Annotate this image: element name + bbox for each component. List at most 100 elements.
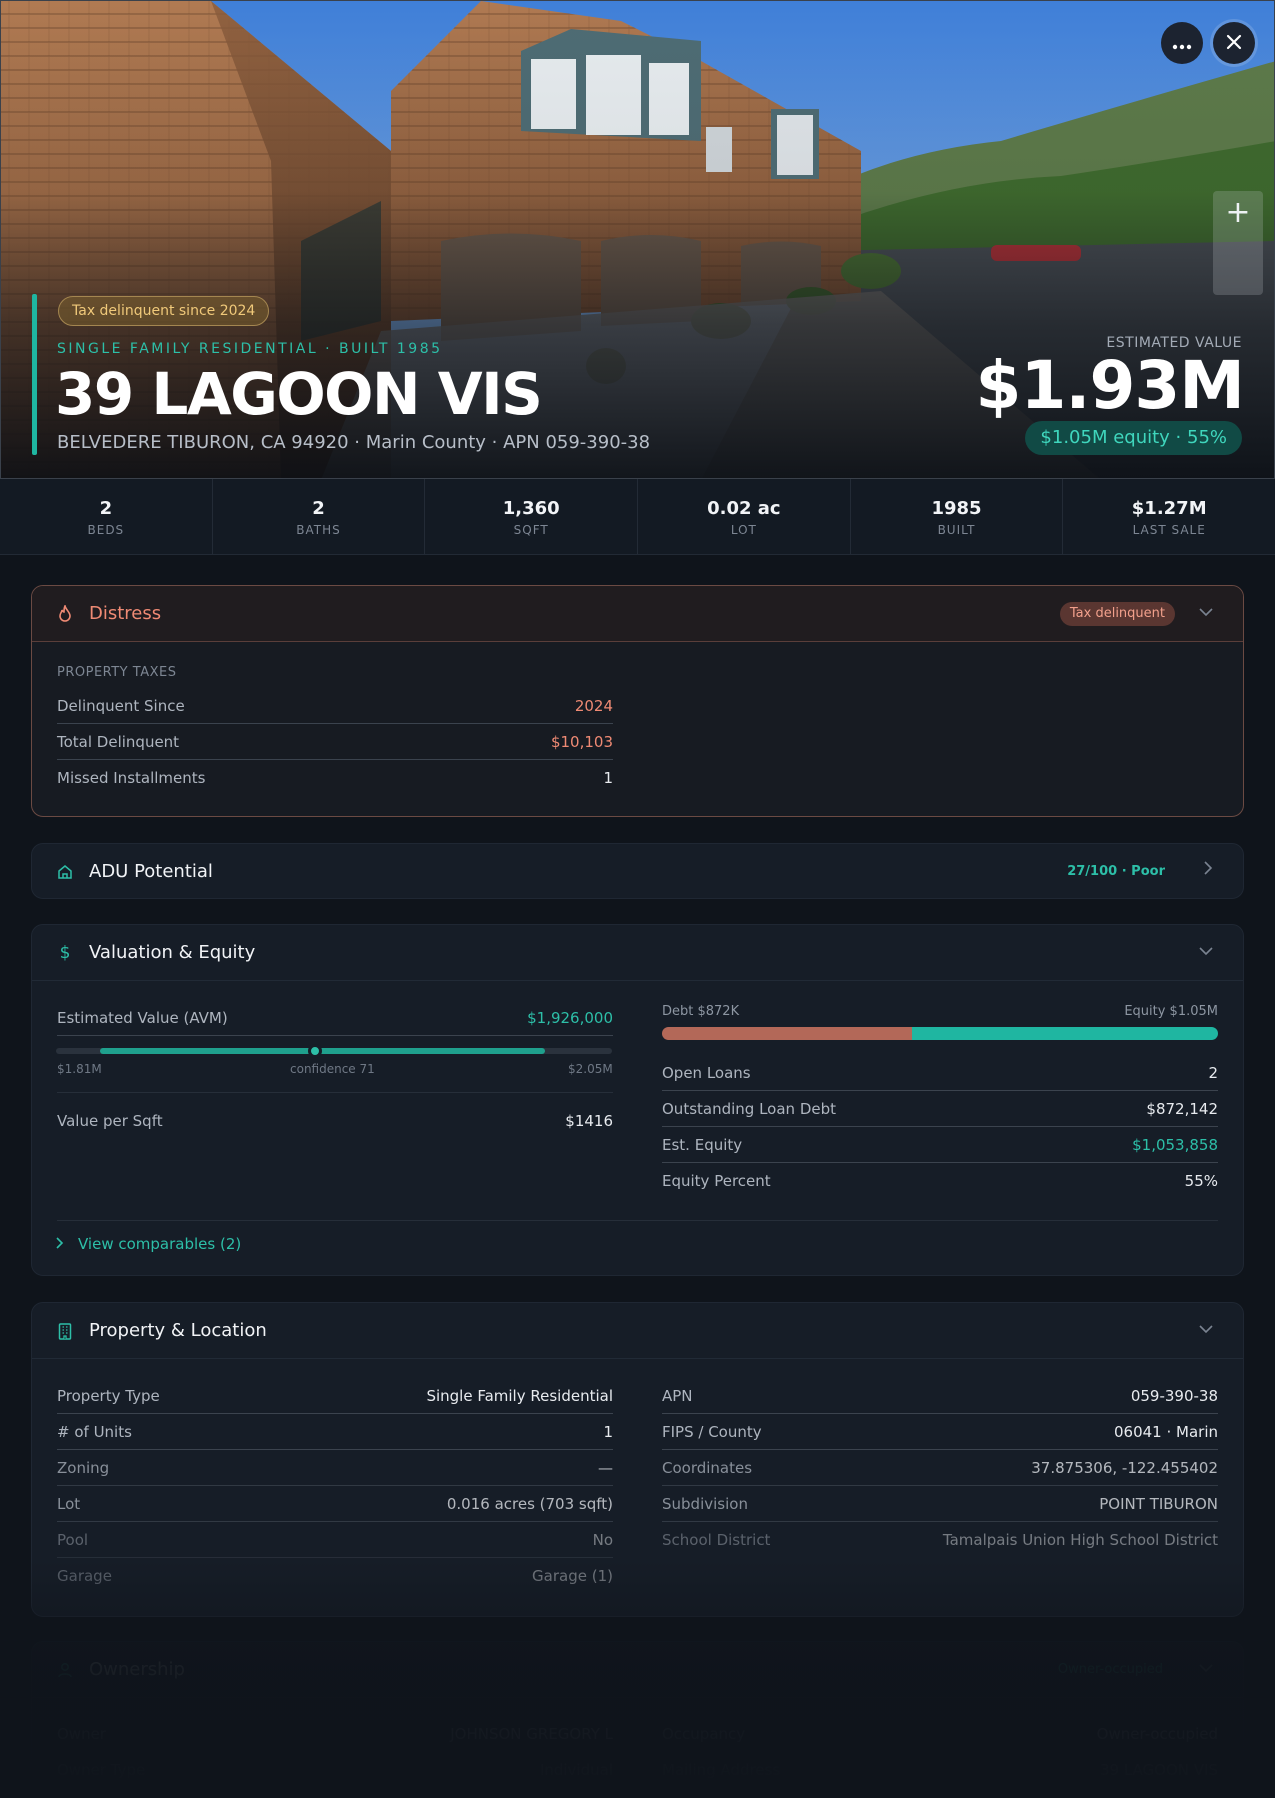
stat-label: BUILT — [937, 523, 976, 537]
row-key: Delinquent Since — [57, 696, 185, 715]
divider — [57, 1092, 613, 1093]
chevron-down-icon[interactable] — [1199, 1658, 1213, 1677]
equity-label: Equity $1.05M — [1124, 1004, 1218, 1019]
distress-badge: Tax delinquent — [1059, 602, 1175, 626]
row-value: Owner-occupied — [1096, 1725, 1218, 1743]
distress-row: Delinquent Since 2024 — [57, 688, 613, 724]
stat-built: 1985 BUILT — [851, 479, 1064, 554]
estimated-value: $1.93M — [975, 347, 1245, 424]
ownership-row: Owner Type Individual — [57, 1752, 613, 1788]
view-comparables-link[interactable]: View comparables (2) — [56, 1235, 241, 1253]
row-key: Mailing Address — [662, 1761, 781, 1779]
stat-value: 1985 — [931, 498, 982, 519]
row-value: 2 — [1208, 1063, 1218, 1082]
row-value: Individual — [539, 1761, 613, 1779]
stat-sqft: 1,360 SQFT — [425, 479, 639, 554]
row-value: 0.016 acres (703 sqft) — [446, 1494, 613, 1513]
ownership-row: Occupancy Owner-occupied — [662, 1716, 1218, 1752]
row-key: Lot — [57, 1494, 81, 1513]
chevron-down-icon[interactable] — [1199, 941, 1213, 960]
property-taxes-label: PROPERTY TAXES — [57, 665, 177, 680]
adu-card[interactable]: ADU Potential 27/100 · Poor — [31, 843, 1244, 899]
avm-range-low: $1.81M — [57, 1062, 102, 1076]
property-title: Property & Location — [89, 1320, 267, 1341]
row-key: Equity Percent — [662, 1172, 771, 1190]
building-icon — [56, 1322, 74, 1340]
property-row: Zoning — — [57, 1450, 613, 1486]
property-header[interactable]: Property & Location — [32, 1303, 1243, 1359]
debt-label: Debt $872K — [662, 1004, 740, 1019]
row-value: 1 — [603, 1422, 613, 1441]
ownership-title: Ownership — [89, 1659, 185, 1680]
loan-row: Equity Percent 55% — [662, 1163, 1218, 1199]
ownership-header[interactable]: Ownership Owner-occupied — [32, 1642, 1243, 1698]
property-row: Property Type Single Family Residential — [57, 1378, 613, 1414]
property-kind: SINGLE FAMILY RESIDENTIAL · BUILT 1985 — [57, 341, 443, 357]
row-value: $1416 — [565, 1112, 613, 1130]
close-button[interactable] — [1213, 22, 1255, 64]
user-icon — [56, 1661, 74, 1679]
row-value: No — [592, 1530, 613, 1549]
valuation-header[interactable]: $ Valuation & Equity — [32, 925, 1243, 981]
chevron-right-icon[interactable] — [1204, 860, 1213, 879]
distress-title: Distress — [89, 603, 162, 624]
distress-row: Total Delinquent $10,103 — [57, 724, 613, 760]
avm-row: Estimated Value (AVM) $1,926,000 — [57, 1000, 613, 1036]
home-icon — [56, 863, 74, 881]
ownership-row: Owner JOHNSON GREGORY L — [57, 1716, 613, 1752]
row-key: Open Loans — [662, 1063, 751, 1082]
avm-range-fill — [100, 1048, 546, 1054]
stat-baths: 2 BATHS — [213, 479, 426, 554]
row-key: FIPS / County — [662, 1422, 762, 1441]
row-value: 55% — [1184, 1172, 1218, 1190]
distress-header[interactable]: Distress Tax delinquent — [32, 586, 1243, 642]
row-key: Missed Installments — [57, 769, 206, 787]
row-value: $10,103 — [550, 732, 613, 751]
row-key: Value per Sqft — [57, 1112, 163, 1130]
row-value: Tamalpais Union High School District — [942, 1531, 1218, 1549]
row-value: Garage (1) — [532, 1567, 613, 1585]
property-row: School District Tamalpais Union High Scho… — [662, 1522, 1218, 1558]
row-value: $872,142 — [1146, 1099, 1218, 1118]
property-row: Lot 0.016 acres (703 sqft) — [57, 1486, 613, 1522]
stat-value: $1.27M — [1131, 498, 1207, 519]
loan-row: Est. Equity $1,053,858 — [662, 1127, 1218, 1163]
adu-header[interactable]: ADU Potential 27/100 · Poor — [32, 844, 1243, 898]
row-key: Outstanding Loan Debt — [662, 1099, 836, 1118]
row-key: Estimated Value (AVM) — [57, 1008, 228, 1027]
row-key: Pool — [57, 1530, 89, 1549]
property-row: Coordinates 37.875306, -122.455402 — [662, 1450, 1218, 1486]
street-address: 39 LAGOON VIS — [55, 360, 543, 428]
property-row: FIPS / County 06041 · Marin — [662, 1414, 1218, 1450]
equity-segment — [912, 1027, 1218, 1040]
map-zoom-control[interactable]: + — [1213, 191, 1263, 295]
ownership-row: Mailing Address 39 LAGOON VIS — [662, 1752, 1218, 1788]
tax-delinquent-badge: Tax delinquent since 2024 — [58, 296, 270, 326]
row-value: 2024 — [574, 696, 613, 715]
chevron-down-icon[interactable] — [1199, 602, 1213, 621]
stat-value: 0.02 ac — [707, 498, 781, 519]
chevron-down-icon[interactable] — [1199, 1319, 1213, 1338]
row-value: JOHNSON GREGORY L — [450, 1725, 613, 1743]
value-per-sqft-row: Value per Sqft $1416 — [57, 1103, 613, 1139]
valuation-title: Valuation & Equity — [89, 942, 256, 963]
row-key: Occupancy — [662, 1725, 746, 1743]
row-key: Property Type — [57, 1386, 160, 1405]
stat-value: 2 — [312, 498, 325, 519]
row-value: 06041 · Marin — [1114, 1422, 1218, 1441]
adu-score-badge: 27/100 · Poor — [1067, 864, 1165, 879]
divider — [57, 1220, 1218, 1221]
row-value: 1 — [603, 769, 613, 787]
more-options-button[interactable] — [1161, 22, 1203, 64]
loan-row: Open Loans 2 — [662, 1055, 1218, 1091]
ownership-badge: Owner-occupied — [1057, 1662, 1163, 1677]
equity-badge: $1.05M equity · 55% — [1025, 421, 1242, 455]
zoom-in-button[interactable]: + — [1213, 195, 1263, 230]
row-value: 059-390-38 — [1130, 1386, 1218, 1405]
row-key: Owner — [57, 1725, 106, 1743]
stat-value: 1,360 — [502, 498, 560, 519]
row-value: — — [598, 1458, 613, 1477]
hero: + Tax delinquent since 2024 SINGLE FAMIL… — [0, 0, 1275, 479]
stat-lot: 0.02 ac LOT — [638, 479, 851, 554]
stat-label: SQFT — [513, 523, 549, 537]
